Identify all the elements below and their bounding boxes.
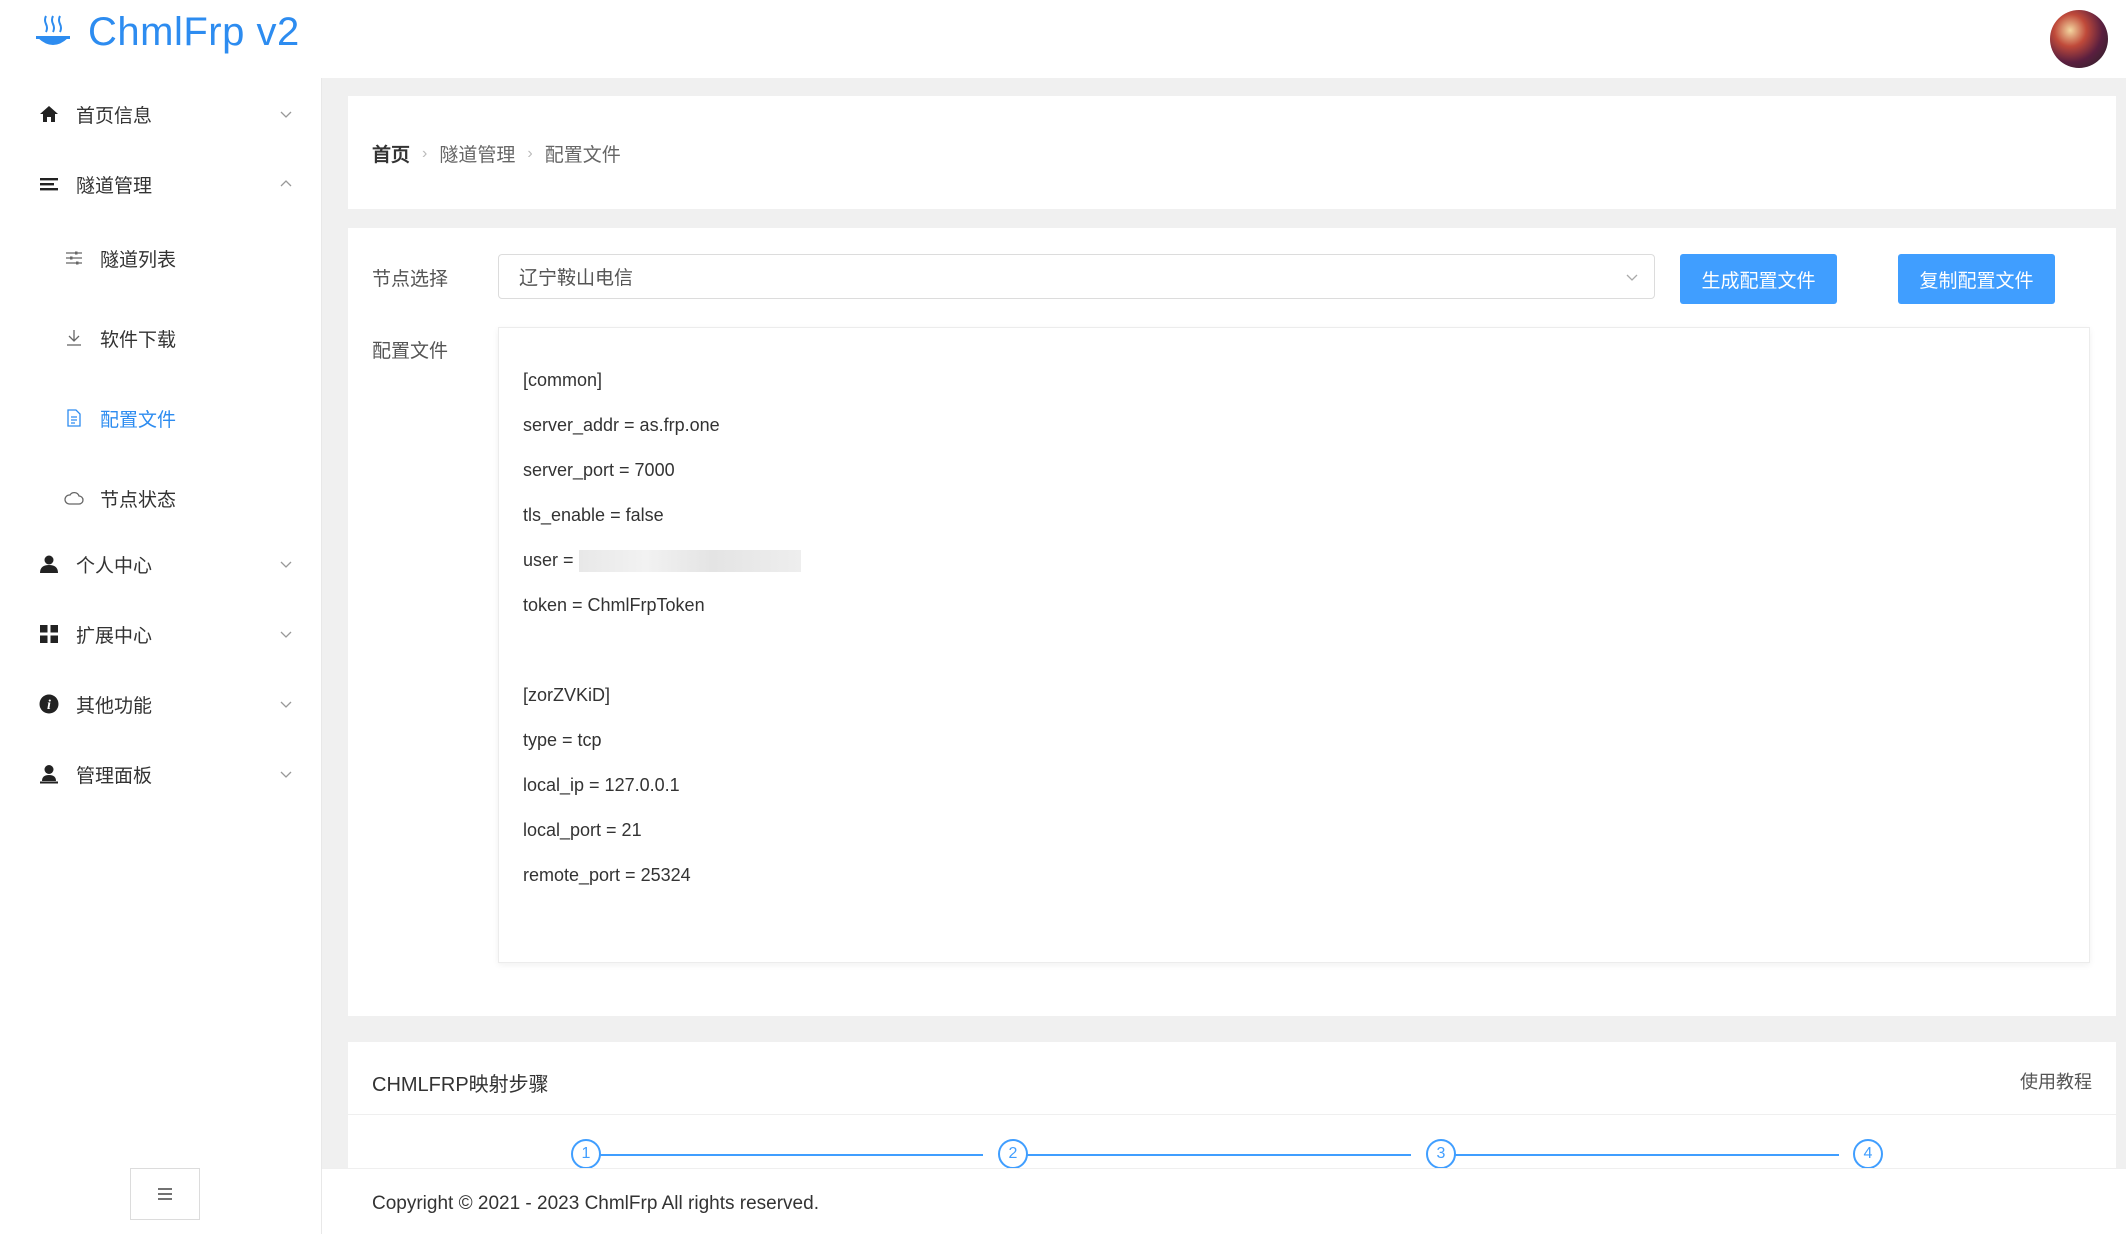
node-select-label: 节点选择	[372, 269, 449, 290]
config-line-user: user =	[523, 538, 2065, 583]
sliders-icon	[64, 248, 84, 268]
svg-text:i: i	[47, 698, 51, 713]
chevron-down-icon	[280, 561, 292, 568]
step-3[interactable]: 3	[1426, 1139, 1456, 1169]
admin-icon	[38, 763, 60, 785]
top-header: ChmlFrp v2	[0, 0, 2126, 78]
config-file-content[interactable]: [common] server_addr = as.frp.one server…	[498, 327, 2090, 963]
sidebar-item-admin-panel[interactable]: 管理面板	[0, 742, 322, 806]
config-line: token = ChmlFrpToken	[523, 595, 705, 615]
config-line-text: user =	[523, 550, 579, 570]
sidebar-item-label: 其他功能	[76, 695, 153, 717]
chevron-down-icon	[280, 111, 292, 118]
tutorial-link[interactable]: 使用教程	[2020, 1068, 2092, 1094]
config-line: local_ip = 127.0.0.1	[523, 775, 680, 795]
sidebar-item-config-file[interactable]: 配置文件	[0, 386, 322, 450]
sidebar-item-other-functions[interactable]: i 其他功能	[0, 672, 322, 736]
step-connector	[586, 1154, 983, 1156]
logo[interactable]: ChmlFrp v2	[32, 10, 300, 55]
chevron-up-icon	[280, 180, 292, 187]
config-line: remote_port = 25324	[523, 865, 691, 885]
cloud-icon	[64, 488, 84, 508]
sidebar-subitem-label: 隧道列表	[100, 249, 177, 271]
breadcrumb-current: 配置文件	[544, 145, 621, 166]
app-title: ChmlFrp v2	[88, 10, 300, 54]
sidebar-subitem-label: 配置文件	[100, 409, 177, 431]
sidebar-item-label: 管理面板	[76, 765, 153, 787]
config-line: local_port = 21	[523, 820, 642, 840]
document-icon	[64, 408, 84, 428]
steps-title: CHMLFRP映射步骤	[372, 1074, 549, 1096]
sidebar-subitem-label: 节点状态	[100, 489, 177, 511]
footer: Copyright © 2021 - 2023 ChmlFrp All righ…	[322, 1168, 2126, 1234]
breadcrumb: 首页 › 隧道管理 › 配置文件	[372, 140, 621, 167]
node-select[interactable]: 辽宁鞍山电信	[498, 254, 1655, 299]
config-line: [common]	[523, 370, 603, 390]
copyright-text: Copyright © 2021 - 2023 ChmlFrp All righ…	[372, 1193, 819, 1214]
list-icon	[38, 173, 60, 195]
breadcrumb-tunnel-management[interactable]: 隧道管理	[439, 140, 515, 167]
config-line	[523, 628, 2065, 673]
copy-config-button[interactable]: 复制配置文件	[1898, 254, 2055, 304]
breadcrumb-card: 首页 › 隧道管理 › 配置文件	[348, 96, 2116, 209]
chevron-down-icon	[280, 701, 292, 708]
config-card: 节点选择 辽宁鞍山电信 生成配置文件 复制配置文件 配置文件 [common] …	[348, 228, 2116, 1016]
step-2[interactable]: 2	[998, 1139, 1028, 1169]
step-4[interactable]: 4	[1853, 1139, 1883, 1169]
home-icon	[38, 103, 60, 125]
sidebar-item-label: 扩展中心	[76, 625, 153, 647]
sidebar-item-software-download[interactable]: 软件下载	[0, 306, 322, 370]
sidebar-item-label: 隧道管理	[76, 175, 153, 197]
chevron-down-icon	[280, 631, 292, 638]
config-line: [zorZVKiD]	[523, 685, 611, 705]
breadcrumb-separator-icon: ›	[527, 144, 533, 162]
sidebar-subitem-label: 软件下载	[100, 329, 177, 351]
download-icon	[64, 328, 84, 348]
node-select-value: 辽宁鞍山电信	[519, 268, 634, 289]
config-line: type = tcp	[523, 730, 602, 750]
sidebar-collapse-button[interactable]	[130, 1168, 200, 1220]
step-connector	[1013, 1154, 1411, 1156]
avatar[interactable]	[2050, 10, 2108, 68]
sidebar: 首页信息 隧道管理 隧道列表 软件下载 配置文件 节点状态 个人中心 扩展中心 …	[0, 78, 322, 1234]
grid-icon	[38, 623, 60, 645]
app-root: ChmlFrp v2 首页信息 隧道管理 隧道列表 软件下载 配置文件 节点状态…	[0, 0, 2126, 1234]
chevron-down-icon	[280, 771, 292, 778]
config-line: tls_enable = false	[523, 505, 664, 525]
divider	[348, 1114, 2116, 1115]
config-line: server_addr = as.frp.one	[523, 415, 720, 435]
sidebar-item-node-status[interactable]: 节点状态	[0, 466, 322, 530]
config-file-label: 配置文件	[372, 341, 449, 362]
sidebar-item-label: 个人中心	[76, 555, 153, 577]
step-1[interactable]: 1	[571, 1139, 601, 1169]
chevron-down-icon	[1626, 274, 1638, 281]
sidebar-item-label: 首页信息	[76, 105, 153, 127]
config-line: server_port = 7000	[523, 460, 675, 480]
logo-icon	[36, 15, 70, 45]
breadcrumb-home[interactable]: 首页	[372, 140, 410, 167]
sidebar-item-home[interactable]: 首页信息	[0, 82, 322, 146]
sidebar-item-personal-center[interactable]: 个人中心	[0, 532, 322, 596]
redacted-value	[578, 550, 801, 573]
user-icon	[38, 553, 60, 575]
sidebar-item-extension-center[interactable]: 扩展中心	[0, 602, 322, 666]
sidebar-item-tunnel-management[interactable]: 隧道管理	[0, 152, 322, 216]
info-icon: i	[38, 693, 60, 715]
sidebar-item-tunnel-list[interactable]: 隧道列表	[0, 226, 322, 290]
generate-config-button[interactable]: 生成配置文件	[1680, 254, 1837, 304]
step-connector	[1441, 1154, 1839, 1156]
breadcrumb-separator-icon: ›	[422, 144, 428, 162]
menu-collapse-icon	[158, 1188, 172, 1200]
